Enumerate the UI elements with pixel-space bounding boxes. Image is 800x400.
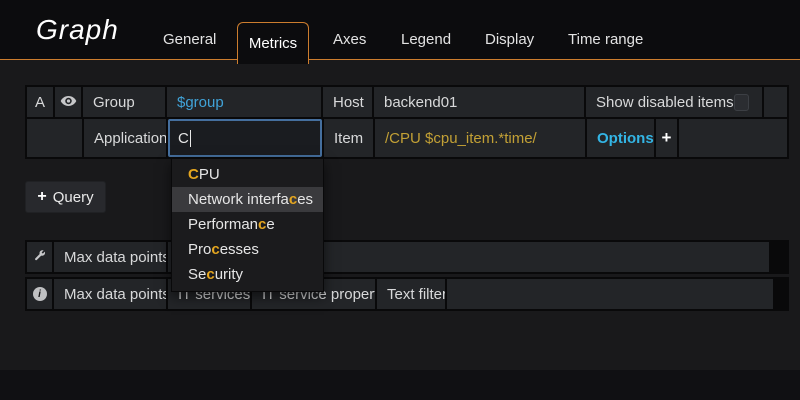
row2-spacer-left: [27, 119, 82, 157]
row2-spacer-right: [679, 119, 787, 157]
item-label: Item: [324, 119, 373, 157]
group-label: Group: [83, 87, 165, 117]
dd-match: c: [206, 266, 214, 283]
info-button[interactable]: i: [27, 279, 52, 309]
dd-post: e: [266, 216, 274, 233]
add-metric-button[interactable]: +: [656, 119, 677, 157]
tab-axes[interactable]: Axes: [333, 31, 366, 49]
tab-metrics-label: Metrics: [249, 35, 297, 52]
application-input[interactable]: C: [168, 119, 322, 157]
max-data-points-label-2: Max data points: [54, 279, 166, 309]
dd-pre: Performan: [188, 216, 258, 233]
text-filter-cell[interactable]: Text filter: [377, 279, 445, 309]
dd-post: esses: [220, 241, 259, 258]
dd-match: c: [211, 241, 219, 258]
dropdown-item-security[interactable]: Security: [172, 262, 323, 287]
options-button[interactable]: Options: [587, 119, 654, 157]
show-disabled-items-label: Show disabled items: [596, 94, 734, 111]
toggle-visibility-button[interactable]: [55, 87, 81, 117]
page-title: Graph: [36, 14, 119, 46]
application-label: Application: [84, 119, 166, 157]
add-query-label: Query: [53, 189, 94, 206]
query-letter[interactable]: A: [27, 87, 53, 117]
text-caret: [190, 130, 191, 147]
dropdown-item-processes[interactable]: Processes: [172, 237, 323, 262]
row-info-spacer: [447, 279, 773, 309]
dd-post: es: [297, 191, 313, 208]
editor-header: Graph General Metrics Axes Legend Displa…: [0, 0, 800, 60]
dropdown-item-cpu[interactable]: CPU: [172, 162, 323, 187]
group-value-field[interactable]: $group: [167, 87, 321, 117]
dropdown-item-performance[interactable]: Performance: [172, 212, 323, 237]
dd-pre: Pro: [188, 241, 211, 258]
dd-pre: Network interfa: [188, 191, 289, 208]
page-background-strip: [0, 370, 800, 400]
wrench-button[interactable]: [27, 242, 52, 272]
application-input-value: C: [178, 130, 189, 147]
options-row-info: i Max data points IT services IT service…: [25, 277, 789, 311]
host-label: Host: [323, 87, 372, 117]
application-typeahead-dropdown: CPU Network interfaces Performance Proce…: [171, 158, 324, 292]
tab-time-range[interactable]: Time range: [568, 31, 643, 49]
row1-spacer-cell: [764, 87, 787, 117]
tab-general[interactable]: General: [163, 31, 216, 49]
dd-post: PU: [199, 166, 220, 183]
dd-match: c: [289, 191, 297, 208]
show-disabled-items-cell: Show disabled items: [586, 87, 762, 117]
max-data-points-label-1: Max data points: [54, 242, 166, 272]
host-value-field[interactable]: backend01: [374, 87, 584, 117]
dropdown-item-network-interfaces[interactable]: Network interfaces: [172, 187, 323, 212]
eye-icon: [60, 94, 77, 111]
query-row-group-host: A Group $group Host backend01 Show disab…: [27, 87, 787, 117]
query-row-application-item: Application C Item /CPU $cpu_item.*time/…: [27, 119, 787, 157]
add-query-button[interactable]: + Query: [25, 181, 106, 213]
panel-editor: Graph General Metrics Axes Legend Displa…: [0, 0, 800, 400]
dd-pre: Se: [188, 266, 206, 283]
tab-legend[interactable]: Legend: [401, 31, 451, 49]
tab-metrics[interactable]: Metrics: [237, 22, 309, 64]
info-icon: i: [33, 287, 47, 301]
plus-icon: +: [37, 188, 46, 206]
tab-display[interactable]: Display: [485, 31, 534, 49]
dd-match: C: [188, 166, 199, 183]
show-disabled-items-checkbox[interactable]: [734, 94, 749, 111]
query-editor: A Group $group Host backend01 Show disab…: [25, 85, 789, 159]
options-row-wrench: Max data points: [25, 240, 789, 274]
dd-post: urity: [215, 266, 243, 283]
wrench-icon: [33, 249, 46, 266]
item-value-field[interactable]: /CPU $cpu_item.*time/: [375, 119, 585, 157]
